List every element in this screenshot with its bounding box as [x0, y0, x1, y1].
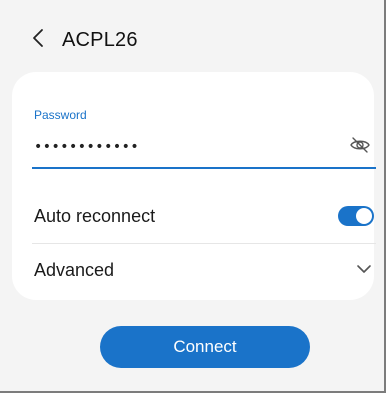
auto-reconnect-toggle[interactable]	[338, 206, 374, 226]
advanced-expand-button[interactable]	[352, 258, 376, 282]
network-settings-card: Password •••••••••••• Auto reconnect Adv…	[12, 72, 376, 300]
auto-reconnect-label: Auto reconnect	[34, 205, 156, 226]
password-field[interactable]: ••••••••••••	[32, 127, 376, 169]
top-bar: ACPL26	[0, 18, 384, 62]
auto-reconnect-row[interactable]: Auto reconnect	[32, 190, 376, 242]
page-title: ACPL26	[62, 28, 138, 51]
toggle-knob	[356, 208, 372, 224]
advanced-row[interactable]: Advanced	[32, 244, 376, 296]
eye-off-icon	[349, 136, 371, 159]
advanced-label: Advanced	[34, 259, 115, 280]
password-value: ••••••••••••	[34, 139, 140, 155]
back-button[interactable]	[18, 18, 58, 62]
chevron-down-icon	[356, 261, 372, 279]
password-visibility-toggle[interactable]	[348, 135, 372, 159]
connect-button[interactable]: Connect	[100, 326, 310, 368]
password-label: Password	[34, 108, 87, 122]
chevron-left-icon	[32, 28, 44, 53]
